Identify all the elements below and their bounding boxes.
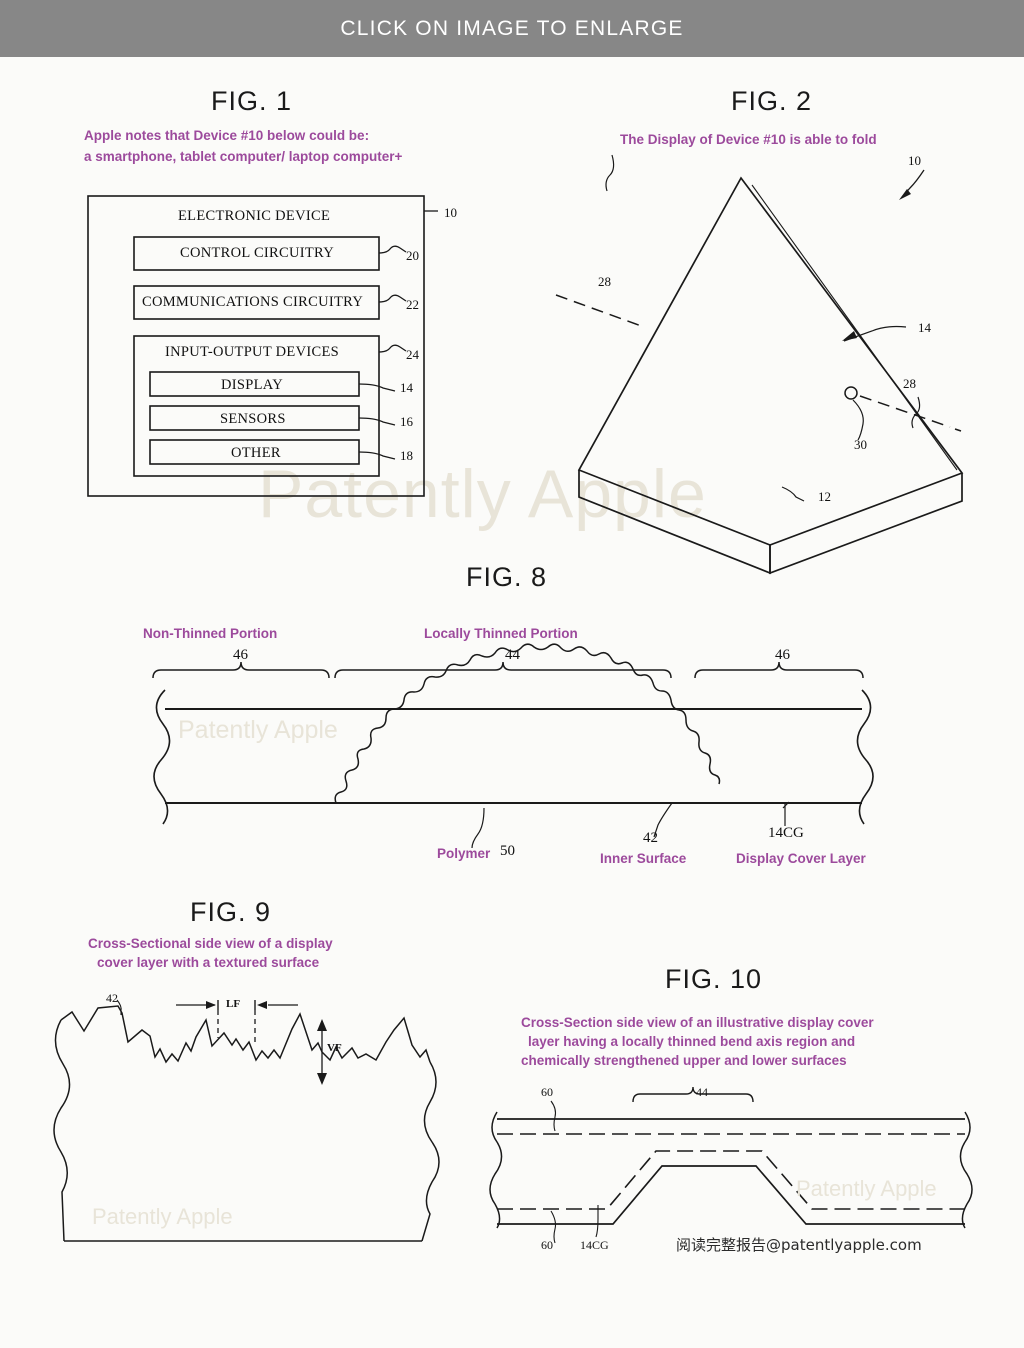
fig10-ref-60-upper: 60 xyxy=(541,1085,553,1099)
fig10-cover-layer-cross-section xyxy=(489,1086,973,1244)
patent-figure-sheet: CLICK ON IMAGE TO ENLARGE Patently Apple… xyxy=(0,0,1024,1348)
patently-apple-link[interactable]: 阅读完整报告@patentlyapple.com xyxy=(676,1234,922,1255)
fig10-ref-44: 44 xyxy=(696,1085,708,1099)
fig10-ref-60-lower: 60 xyxy=(541,1238,553,1252)
fig10-ref-14cg: 14CG xyxy=(580,1238,609,1252)
